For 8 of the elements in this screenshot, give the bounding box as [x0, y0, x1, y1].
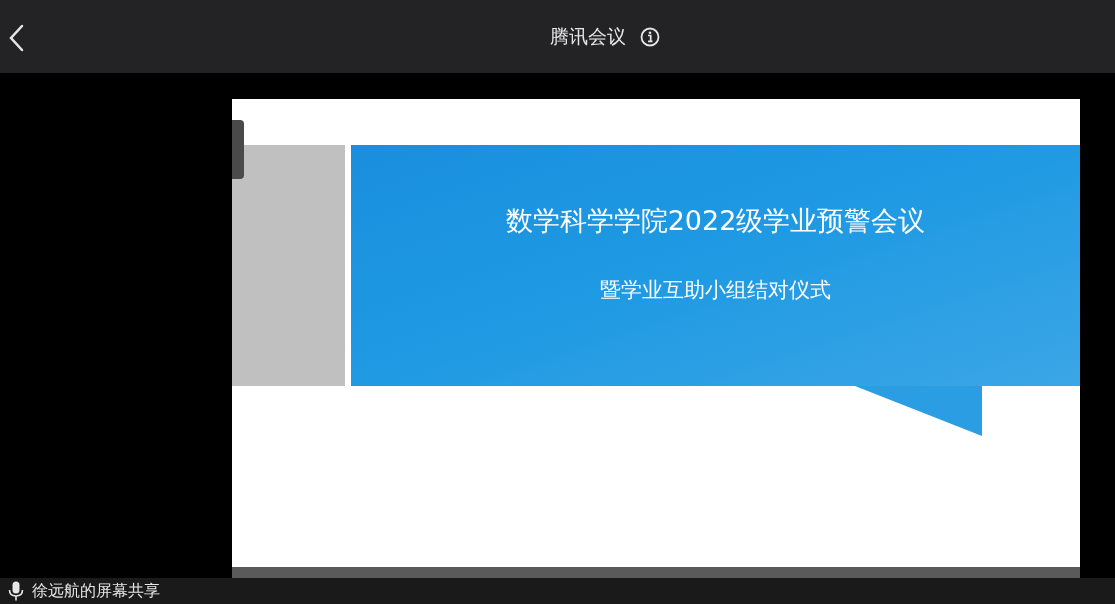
- back-icon[interactable]: [8, 24, 24, 52]
- info-icon[interactable]: [640, 26, 660, 47]
- microphone-icon: [8, 581, 24, 601]
- slide-title: 数学科学学院2022级学业预警会议: [505, 203, 926, 238]
- side-handle[interactable]: [232, 120, 244, 179]
- slide-subtitle: 暨学业互助小组结对仪式: [600, 277, 831, 304]
- screen-share-label: 徐远航的屏幕共享: [32, 580, 160, 602]
- meeting-title: 腾讯会议: [550, 24, 626, 50]
